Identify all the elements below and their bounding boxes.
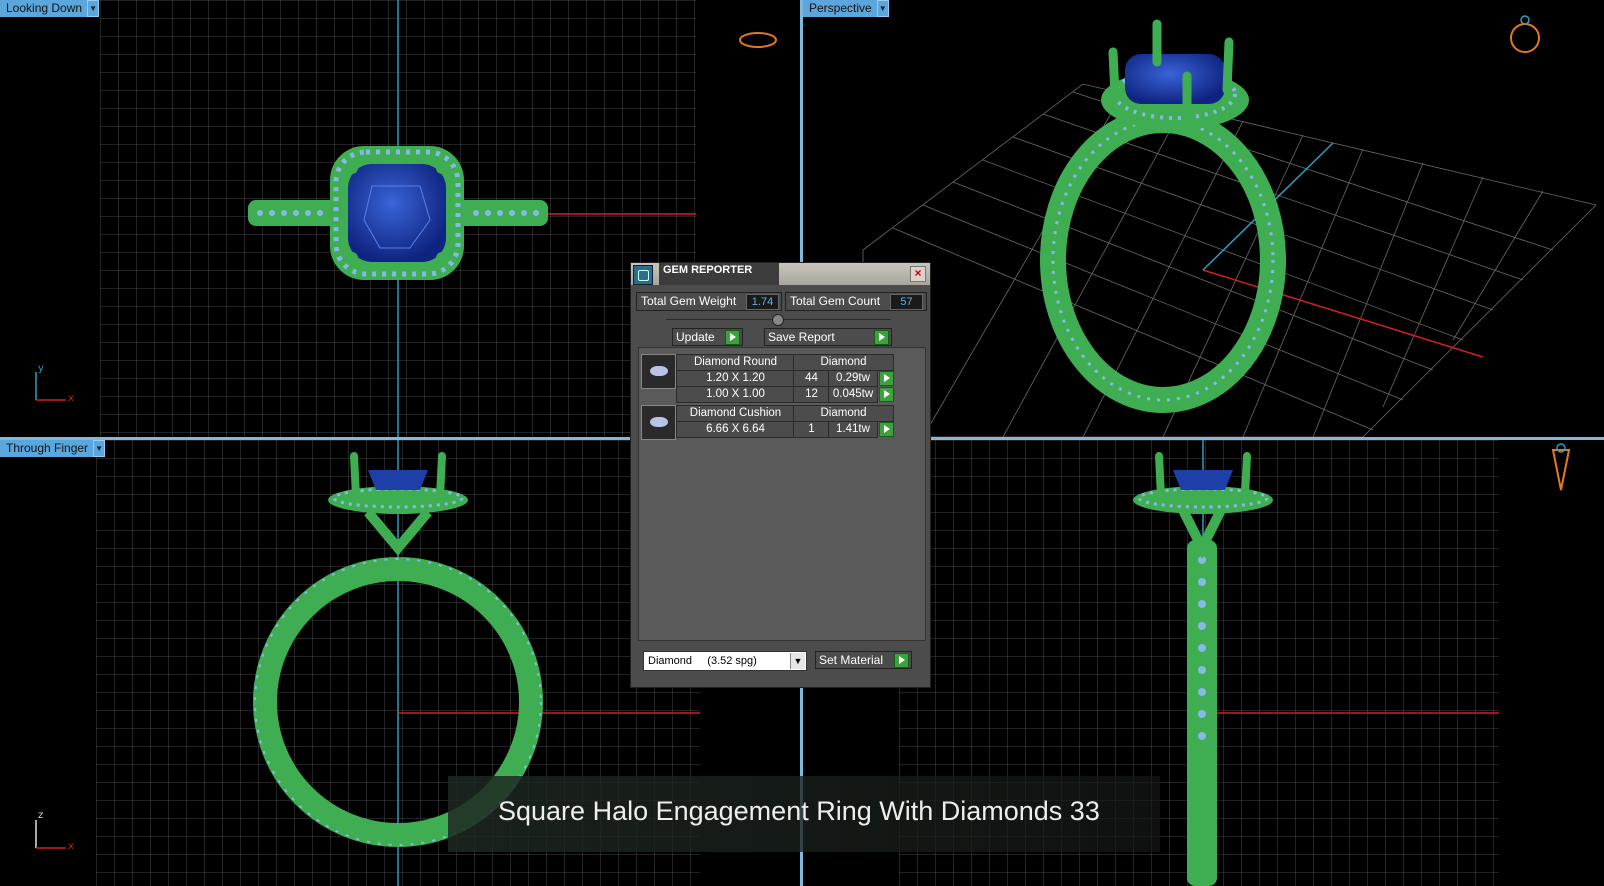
set-material-button-label: Set Material (819, 653, 884, 667)
viewport-label-looking-down[interactable]: Looking Down ▼ (0, 0, 100, 17)
gem-size: 6.66 X 6.64 (676, 421, 795, 438)
save-report-button[interactable]: Save Report (764, 328, 892, 346)
chevron-down-icon[interactable]: ▼ (93, 440, 106, 457)
material-select[interactable]: Diamond (3.52 spg) ▼ (643, 651, 807, 671)
gem-material: Diamond (793, 354, 894, 371)
play-icon (894, 653, 909, 668)
chevron-down-icon[interactable]: ▼ (790, 653, 805, 669)
gem-reporter-titlebar[interactable]: GEM REPORTER × (631, 263, 930, 285)
update-button-label: Update (676, 330, 715, 344)
total-gem-count: Total Gem Count 57 (785, 292, 927, 311)
side-view-icon (1551, 449, 1571, 491)
select-gems-button[interactable] (879, 371, 894, 386)
gem-reporter-panel: GEM REPORTER × Total Gem Weight 1.74 Tot… (630, 262, 931, 688)
collapse-knob-icon[interactable] (772, 314, 784, 326)
chevron-down-icon[interactable]: ▼ (876, 0, 889, 17)
total-gem-count-value: 57 (890, 294, 923, 310)
gem-reporter-title: GEM REPORTER (659, 263, 779, 285)
diamond-cushion-icon (641, 405, 676, 440)
viewport-label-text: Through Finger (6, 441, 89, 455)
axis-y-label: y (38, 363, 44, 374)
total-gem-weight-label: Total Gem Weight (641, 294, 737, 308)
gem-size: 1.00 X 1.00 (676, 386, 795, 403)
axis-x-label: x (68, 393, 74, 404)
play-icon (725, 330, 740, 345)
axis-z-label: z (38, 810, 44, 821)
select-gems-button[interactable] (879, 387, 894, 402)
total-gem-count-label: Total Gem Count (790, 294, 881, 308)
select-gems-button[interactable] (879, 422, 894, 437)
material-select-value: Diamond (3.52 spg) (648, 655, 757, 667)
gem-count: 1 (793, 421, 830, 438)
gem-size: 1.20 X 1.20 (676, 370, 795, 387)
gem-reporter-logo-icon (633, 265, 653, 285)
viewport-label-perspective[interactable]: Perspective ▼ (803, 0, 889, 17)
viewport-label-text: Looking Down (6, 1, 83, 15)
viewport-label-through-finger[interactable]: Through Finger ▼ (0, 440, 106, 457)
total-gem-weight: Total Gem Weight 1.74 (636, 292, 782, 311)
gem-name: Diamond Cushion (676, 405, 795, 422)
gem-weight: 0.045tw (828, 386, 878, 403)
update-button[interactable]: Update (672, 328, 743, 346)
gem-count: 12 (793, 386, 830, 403)
ring-view-icon (1510, 23, 1540, 53)
gem-material: Diamond (793, 405, 894, 422)
gem-count: 44 (793, 370, 830, 387)
total-gem-weight-value: 1.74 (746, 294, 779, 310)
chevron-down-icon[interactable]: ▼ (87, 0, 100, 17)
gem-name: Diamond Round (676, 354, 795, 371)
gem-weight: 1.41tw (828, 421, 878, 438)
gem-list[interactable]: Diamond Round Diamond 1.20 X 1.20 44 0.2… (638, 347, 926, 641)
caption-banner: Square Halo Engagement Ring With Diamond… (448, 776, 1160, 852)
save-report-button-label: Save Report (768, 330, 835, 344)
axis-x-label: x (68, 841, 74, 852)
set-material-button[interactable]: Set Material (815, 651, 912, 669)
viewport-label-text: Perspective (809, 1, 872, 15)
gem-weight: 0.29tw (828, 370, 878, 387)
diamond-round-icon (641, 354, 676, 389)
play-icon (874, 330, 889, 345)
view-orientation-icon (739, 32, 777, 48)
caption-text: Square Halo Engagement Ring With Diamond… (498, 796, 1100, 826)
close-icon[interactable]: × (910, 266, 926, 282)
